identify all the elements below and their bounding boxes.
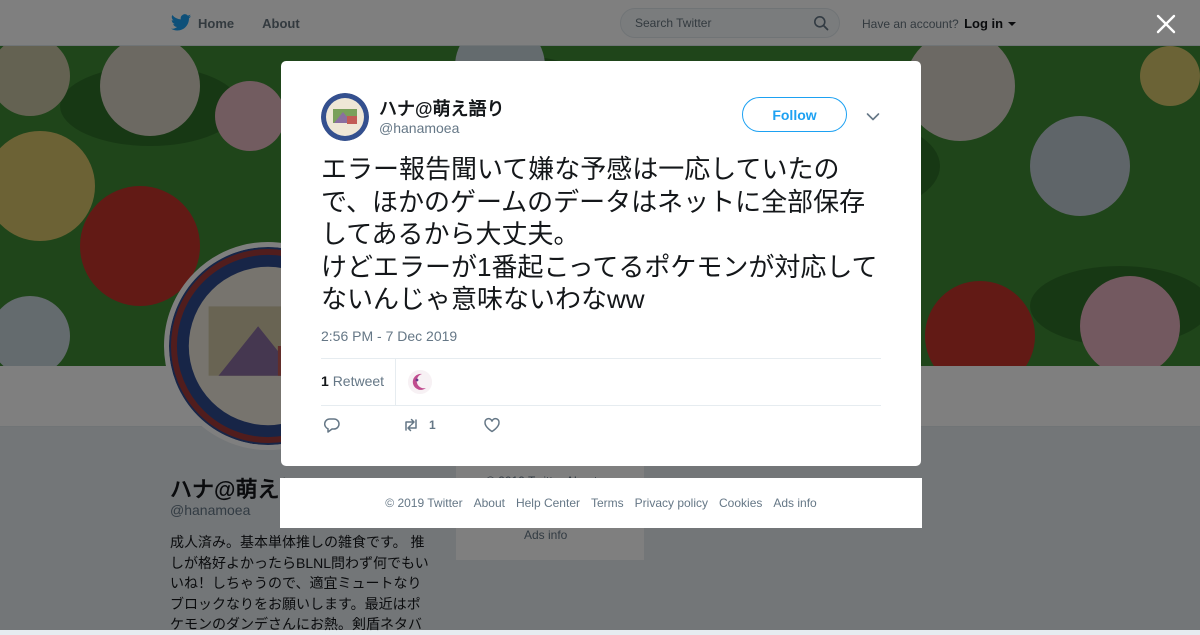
- follow-button[interactable]: Follow: [742, 97, 847, 132]
- retweet-icon: [405, 418, 417, 432]
- footer-ads-info[interactable]: Ads info: [773, 496, 816, 510]
- footer-about[interactable]: About: [474, 496, 505, 510]
- like-button[interactable]: [483, 416, 501, 434]
- divider: [321, 405, 881, 406]
- footer-cookies[interactable]: Cookies: [719, 496, 762, 510]
- retweeter-avatar[interactable]: [408, 370, 432, 394]
- reply-button[interactable]: [323, 416, 341, 434]
- author-handle[interactable]: @hanamoea: [379, 120, 459, 136]
- tweet-text: エラー報告聞いて嫌な予感は一応していたので、ほかのゲームのデータはネットに全部保…: [321, 154, 878, 314]
- retweet-count: 1: [321, 373, 329, 389]
- reply-icon: [323, 418, 340, 433]
- footer-terms[interactable]: Terms: [591, 496, 624, 510]
- retweet-button[interactable]: 1: [402, 416, 436, 434]
- retweet-stat[interactable]: 1 Retweet: [321, 373, 384, 389]
- close-icon[interactable]: [1153, 11, 1179, 37]
- tweet-timestamp[interactable]: 2:56 PM - 7 Dec 2019: [321, 328, 457, 344]
- author-avatar[interactable]: [321, 93, 369, 141]
- chevron-down-icon[interactable]: [866, 109, 880, 121]
- tweet-actions: 1: [321, 416, 881, 440]
- tweet-stats: 1 Retweet: [321, 359, 881, 405]
- like-icon: [484, 417, 500, 433]
- footer-copyright: © 2019 Twitter: [385, 496, 463, 510]
- stats-divider: [395, 359, 396, 405]
- retweet-action-count: 1: [429, 418, 436, 432]
- tweet-modal: ハナ@萌え語り @hanamoea Follow エラー報告聞いて嫌な予感は一応…: [281, 61, 921, 466]
- modal-footer: © 2019 Twitter About Help Center Terms P…: [280, 478, 922, 528]
- retweet-label: Retweet: [332, 373, 385, 389]
- footer-privacy[interactable]: Privacy policy: [635, 496, 708, 510]
- footer-help-center[interactable]: Help Center: [516, 496, 580, 510]
- author-name[interactable]: ハナ@萌え語り: [379, 95, 505, 121]
